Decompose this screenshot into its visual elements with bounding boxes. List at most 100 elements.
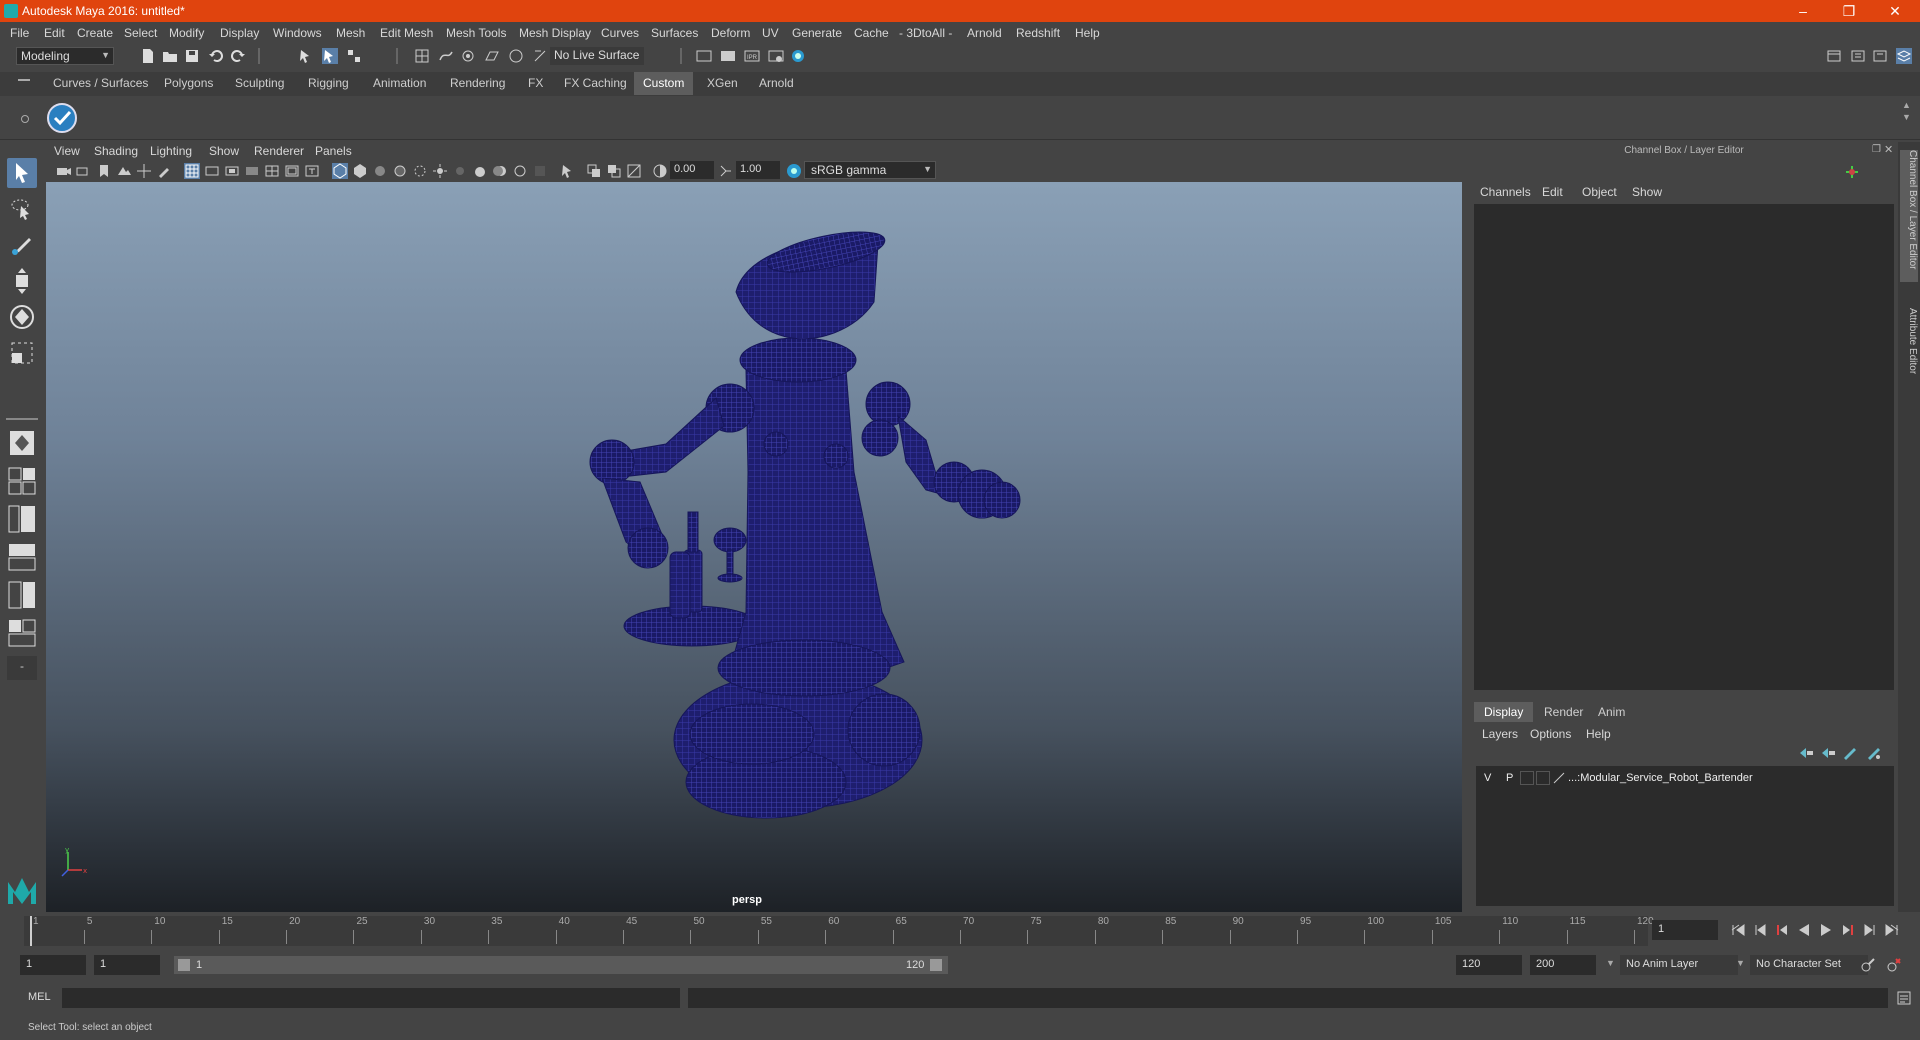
- snap-live-icon[interactable]: [508, 48, 524, 64]
- isolate-select-icon[interactable]: [560, 163, 576, 179]
- layer-color-swatch[interactable]: [1536, 771, 1550, 785]
- ambient-occlusion-icon[interactable]: [472, 163, 488, 179]
- shelf-tab-arnold[interactable]: Arnold: [750, 72, 803, 95]
- toggle-channel-box-icon[interactable]: [1896, 48, 1912, 64]
- tab-display[interactable]: Display: [1474, 702, 1534, 722]
- field-chart-icon[interactable]: [264, 163, 280, 179]
- single-perspective-view-icon[interactable]: [7, 428, 37, 458]
- snap-point-icon[interactable]: [460, 48, 476, 64]
- shelf-tab-rigging[interactable]: Rigging: [299, 72, 358, 95]
- persp-hypershade-layout-icon[interactable]: [7, 580, 37, 610]
- shelf-scroll-down-icon[interactable]: ▼: [1902, 112, 1911, 122]
- xray-icon[interactable]: [412, 163, 428, 179]
- step-forward-key-icon[interactable]: [1840, 922, 1856, 938]
- use-all-lights-icon[interactable]: [432, 163, 448, 179]
- select-tool-icon[interactable]: [7, 158, 37, 188]
- layer-name[interactable]: ...:Modular_Service_Robot_Bartender: [1568, 772, 1753, 784]
- shelf-tab-polygons[interactable]: Polygons: [155, 72, 222, 95]
- menu-uv[interactable]: UV: [762, 26, 779, 40]
- rotate-tool-icon[interactable]: [7, 302, 37, 332]
- render-settings-icon[interactable]: [768, 48, 784, 64]
- shelf-tab-animation[interactable]: Animation: [364, 72, 435, 95]
- step-back-key-icon[interactable]: [1774, 922, 1790, 938]
- menu-windows[interactable]: Windows: [273, 26, 322, 40]
- color-management-icon[interactable]: [786, 163, 802, 179]
- shelf-tab-fx[interactable]: FX: [519, 72, 552, 95]
- camera-attributes-icon[interactable]: [76, 163, 92, 179]
- menu-curves[interactable]: Curves: [601, 26, 639, 40]
- layer-options-menu[interactable]: Options: [1530, 727, 1571, 741]
- ipr-render-icon[interactable]: IPR: [744, 48, 760, 64]
- chevron-down-icon[interactable]: ▼: [1606, 958, 1615, 968]
- gamma-icon[interactable]: [718, 163, 734, 179]
- step-forward-frame-icon[interactable]: [1862, 922, 1878, 938]
- menu-surfaces[interactable]: Surfaces: [651, 26, 698, 40]
- channel-box-options-icon[interactable]: [1844, 164, 1860, 180]
- channels-edit-menu[interactable]: Edit: [1542, 185, 1563, 199]
- script-editor-icon[interactable]: [1896, 990, 1912, 1006]
- viewport-menu-show[interactable]: Show: [209, 144, 239, 158]
- menu-help[interactable]: Help: [1075, 26, 1100, 40]
- open-scene-icon[interactable]: [162, 48, 178, 64]
- workspace-icon[interactable]: [1826, 48, 1842, 64]
- side-tab-attribute-editor[interactable]: Attribute Editor: [1900, 308, 1918, 398]
- safe-title-icon[interactable]: [304, 163, 320, 179]
- shelf-tab-xgen[interactable]: XGen: [698, 72, 747, 95]
- save-scene-icon[interactable]: [184, 48, 200, 64]
- layer-edit-icon[interactable]: [1552, 771, 1566, 785]
- playback-start-field[interactable]: 1: [94, 955, 160, 975]
- side-tab-channel-box[interactable]: Channel Box / Layer Editor: [1900, 150, 1918, 282]
- move-tool-icon[interactable]: [7, 266, 37, 296]
- default-material-icon[interactable]: [372, 163, 388, 179]
- new-scene-icon[interactable]: [140, 48, 156, 64]
- shelf-tab-sculpting[interactable]: Sculpting: [226, 72, 293, 95]
- backface-culling-icon[interactable]: [626, 163, 642, 179]
- grease-pencil-icon[interactable]: [156, 163, 172, 179]
- menu-redshift[interactable]: Redshift: [1016, 26, 1060, 40]
- camera-select-icon[interactable]: [56, 163, 72, 179]
- play-backwards-icon[interactable]: [1796, 922, 1812, 938]
- layer-playback-toggle[interactable]: P: [1506, 772, 1513, 784]
- select-component-icon[interactable]: [346, 48, 362, 64]
- viewport-menu-lighting[interactable]: Lighting: [150, 144, 192, 158]
- end-time-field[interactable]: 200: [1530, 955, 1596, 975]
- channel-box-area[interactable]: [1474, 204, 1894, 690]
- range-end-handle[interactable]: [930, 959, 942, 971]
- viewport-3d[interactable]: y x persp: [46, 182, 1462, 912]
- menu-file[interactable]: File: [10, 26, 29, 40]
- select-object-icon[interactable]: [322, 48, 338, 64]
- range-start-handle[interactable]: [178, 959, 190, 971]
- viewport-menu-view[interactable]: View: [54, 144, 80, 158]
- viewport-menu-shading[interactable]: Shading: [94, 144, 138, 158]
- restore-icon[interactable]: ❐: [1826, 0, 1872, 22]
- menu-3dtoall[interactable]: - 3DtoAll -: [899, 26, 952, 40]
- xray-components-icon[interactable]: [606, 163, 622, 179]
- menu-arnold[interactable]: Arnold: [967, 26, 1002, 40]
- redo-icon[interactable]: [230, 48, 246, 64]
- menu-mesh[interactable]: Mesh: [336, 26, 365, 40]
- animation-preferences-icon[interactable]: [1886, 957, 1902, 973]
- colorspace-dropdown[interactable]: sRGB gamma ▼: [804, 161, 936, 179]
- layers-menu[interactable]: Layers: [1482, 727, 1518, 741]
- menu-edit[interactable]: Edit: [44, 26, 65, 40]
- snap-curve-icon[interactable]: [438, 48, 454, 64]
- anim-layer-dropdown[interactable]: No Anim Layer: [1620, 955, 1738, 975]
- menu-generate[interactable]: Generate: [792, 26, 842, 40]
- range-slider-bar[interactable]: 1 120: [174, 956, 948, 974]
- menuset-dropdown[interactable]: Modeling ▼: [16, 47, 114, 65]
- go-to-start-icon[interactable]: [1730, 922, 1746, 938]
- viewport-menu-panels[interactable]: Panels: [315, 144, 352, 158]
- menu-create[interactable]: Create: [77, 26, 113, 40]
- menu-mesh-display[interactable]: Mesh Display: [519, 26, 591, 40]
- toggle-attribute-editor-icon[interactable]: [1850, 48, 1866, 64]
- menu-display[interactable]: Display: [220, 26, 259, 40]
- character-set-dropdown[interactable]: No Character Set: [1750, 955, 1868, 975]
- tab-anim[interactable]: Anim: [1588, 702, 1635, 722]
- wireframe-on-shaded-icon[interactable]: [392, 163, 408, 179]
- create-empty-layer-icon[interactable]: [1842, 746, 1858, 760]
- command-language-label[interactable]: MEL: [28, 991, 51, 1003]
- hypershade-icon[interactable]: [790, 48, 806, 64]
- lasso-tool-icon[interactable]: [7, 194, 37, 224]
- menu-modify[interactable]: Modify: [169, 26, 204, 40]
- shelf-settings-icon[interactable]: [20, 114, 30, 124]
